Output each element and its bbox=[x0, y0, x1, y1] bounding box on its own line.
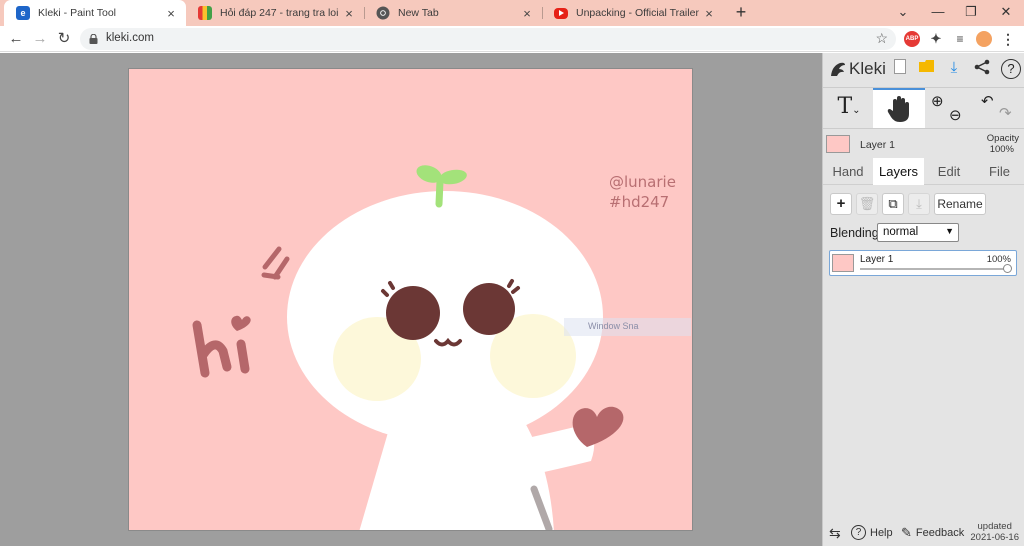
swap-sides-icon[interactable]: ⇆ bbox=[829, 525, 841, 542]
back-arrow-icon[interactable]: ← bbox=[6, 29, 26, 49]
tab-title: Unpacking - Official Trailer | Sum bbox=[576, 7, 702, 19]
blending-mode-select[interactable]: normal ▼ bbox=[877, 223, 959, 242]
bookmark-star-icon[interactable]: ☆ bbox=[875, 30, 888, 47]
delete-layer-icon[interactable]: 🗑 bbox=[856, 193, 878, 215]
layer-name: Layer 1 bbox=[860, 254, 894, 265]
redo-icon[interactable]: ↷ bbox=[999, 104, 1012, 122]
watermark-handle: @lunarie bbox=[609, 173, 676, 191]
lock-icon bbox=[89, 34, 98, 44]
brand-name: Kleki bbox=[849, 59, 886, 78]
blending-mode-value: normal bbox=[883, 226, 919, 238]
kleki-logo-icon bbox=[831, 62, 845, 76]
url-text: kleki.com bbox=[106, 32, 154, 44]
new-tab-button[interactable]: + bbox=[731, 2, 751, 22]
address-bar[interactable]: kleki.com ☆ bbox=[80, 28, 896, 50]
close-window-button[interactable]: ✕ bbox=[996, 2, 1016, 22]
adblock-plus-icon[interactable]: ABP bbox=[904, 31, 920, 47]
open-folder-icon[interactable] bbox=[918, 59, 936, 77]
profile-avatar-icon[interactable] bbox=[976, 31, 992, 47]
chevron-down-icon: ▼ bbox=[945, 226, 954, 236]
download-icon[interactable]: ⤓ bbox=[945, 59, 963, 77]
feedback-link[interactable]: ✎ Feedback bbox=[901, 525, 964, 541]
window-snip-ghost-overlay: Window Sna bbox=[564, 318, 691, 336]
youtube-favicon-icon bbox=[554, 7, 568, 19]
tab-close-icon[interactable]: × bbox=[342, 6, 356, 21]
rename-layer-button[interactable]: Rename bbox=[934, 193, 986, 215]
undo-icon[interactable]: ↶ bbox=[981, 92, 994, 110]
help-label: Help bbox=[870, 526, 893, 539]
layer-opacity-slider[interactable] bbox=[860, 268, 1010, 270]
panel-subtabs: Hand Layers Edit File bbox=[823, 158, 1024, 185]
canvas-workspace[interactable]: @lunarie #hd247 Window Sna bbox=[0, 53, 822, 546]
chrome-favicon-icon bbox=[376, 6, 390, 20]
zoom-controls: ⊕ ⊖ bbox=[929, 88, 969, 128]
tab-edit[interactable]: Edit bbox=[924, 158, 974, 185]
zoom-out-icon[interactable]: ⊖ bbox=[949, 106, 962, 124]
minimize-button[interactable]: — bbox=[928, 2, 948, 22]
share-icon[interactable] bbox=[973, 59, 991, 77]
opacity-label: Opacity bbox=[986, 133, 1019, 144]
tool-row: T⌄ ⊕ ⊖ ↶ ↷ bbox=[823, 87, 1024, 129]
zoom-in-icon[interactable]: ⊕ bbox=[931, 92, 944, 110]
tab-file[interactable]: File bbox=[974, 158, 1024, 185]
tab-new-tab[interactable]: New Tab × bbox=[364, 0, 542, 26]
current-layer-header: Layer 1 Opacity 100% bbox=[823, 130, 1024, 158]
layer-list-item[interactable]: Layer 1 100% bbox=[829, 250, 1017, 276]
merge-down-icon[interactable]: ⤓ bbox=[908, 193, 930, 215]
hd247-favicon-icon bbox=[198, 6, 212, 20]
updated-info: updated 2021-06-16 bbox=[970, 521, 1019, 543]
tab-close-icon[interactable]: × bbox=[520, 6, 534, 21]
tab-title: New Tab bbox=[398, 7, 439, 19]
tab-kleki[interactable]: e Kleki - Paint Tool × bbox=[4, 0, 186, 26]
drawing-canvas[interactable]: @lunarie #hd247 Window Sna bbox=[128, 68, 693, 531]
kleki-favicon-icon: e bbox=[16, 6, 30, 20]
tab-hd247[interactable]: Hỏi đáp 247 - trang tra loi × bbox=[186, 0, 364, 26]
browser-menu-icon[interactable]: ⋮ bbox=[1000, 31, 1016, 47]
browser-tab-strip: e Kleki - Paint Tool × Hỏi đáp 247 - tra… bbox=[0, 0, 1024, 26]
updated-label: updated bbox=[977, 521, 1012, 532]
tab-hand[interactable]: Hand bbox=[823, 158, 873, 185]
new-file-icon[interactable] bbox=[891, 59, 909, 77]
tab-search-chevron-icon[interactable]: ⌄ bbox=[893, 2, 913, 22]
blending-label: Blending bbox=[830, 226, 879, 240]
duplicate-layer-icon[interactable]: ⧉ bbox=[882, 193, 904, 215]
text-tool-icon[interactable]: T⌄ bbox=[829, 88, 869, 128]
tab-layers[interactable]: Layers bbox=[873, 158, 924, 185]
tab-youtube[interactable]: Unpacking - Official Trailer | Sum × bbox=[542, 0, 724, 26]
opacity-slider-handle[interactable] bbox=[1003, 264, 1012, 273]
extensions-puzzle-icon[interactable]: ✦ bbox=[928, 31, 944, 47]
panel-footer: ⇆ ? Help ✎ Feedback updated 2021-06-16 bbox=[823, 516, 1024, 546]
artwork-illustration bbox=[192, 165, 624, 530]
layer-thumbnail bbox=[826, 135, 850, 153]
tab-title: Hỏi đáp 247 - trang tra loi bbox=[220, 7, 339, 19]
help-circle-icon: ? bbox=[851, 525, 866, 540]
hand-tool-icon[interactable] bbox=[873, 88, 925, 128]
watermark-tag: #hd247 bbox=[609, 193, 670, 211]
media-playlist-icon[interactable]: ≡ bbox=[952, 31, 968, 47]
opacity-value: 100% bbox=[989, 144, 1014, 155]
tool-panel: Kleki ⤓ ? T⌄ ⊕ ⊖ ↶ ↷ Layer 1 Opacity 100… bbox=[822, 53, 1024, 546]
forward-arrow-icon[interactable]: → bbox=[30, 29, 50, 49]
feedback-label: Feedback bbox=[915, 527, 965, 539]
browser-toolbar: ← → ↻ kleki.com ☆ ABP ✦ ≡ ⋮ bbox=[0, 26, 1024, 52]
layer-thumbnail bbox=[832, 254, 854, 272]
tab-title: Kleki - Paint Tool bbox=[38, 7, 117, 19]
tab-close-icon[interactable]: × bbox=[702, 6, 716, 21]
current-layer-name: Layer 1 bbox=[860, 139, 896, 151]
feedback-pen-icon: ✎ bbox=[901, 525, 912, 540]
add-layer-button[interactable]: + bbox=[830, 193, 852, 215]
restore-button[interactable]: ❐ bbox=[961, 2, 981, 22]
history-controls: ↶ ↷ bbox=[977, 88, 1017, 128]
help-link[interactable]: ? Help bbox=[851, 525, 893, 540]
updated-date: 2021-06-16 bbox=[970, 532, 1019, 543]
tab-close-icon[interactable]: × bbox=[164, 6, 178, 21]
reload-icon[interactable]: ↻ bbox=[54, 29, 74, 49]
kleki-brand: Kleki bbox=[829, 58, 886, 80]
help-icon[interactable]: ? bbox=[1001, 59, 1021, 79]
